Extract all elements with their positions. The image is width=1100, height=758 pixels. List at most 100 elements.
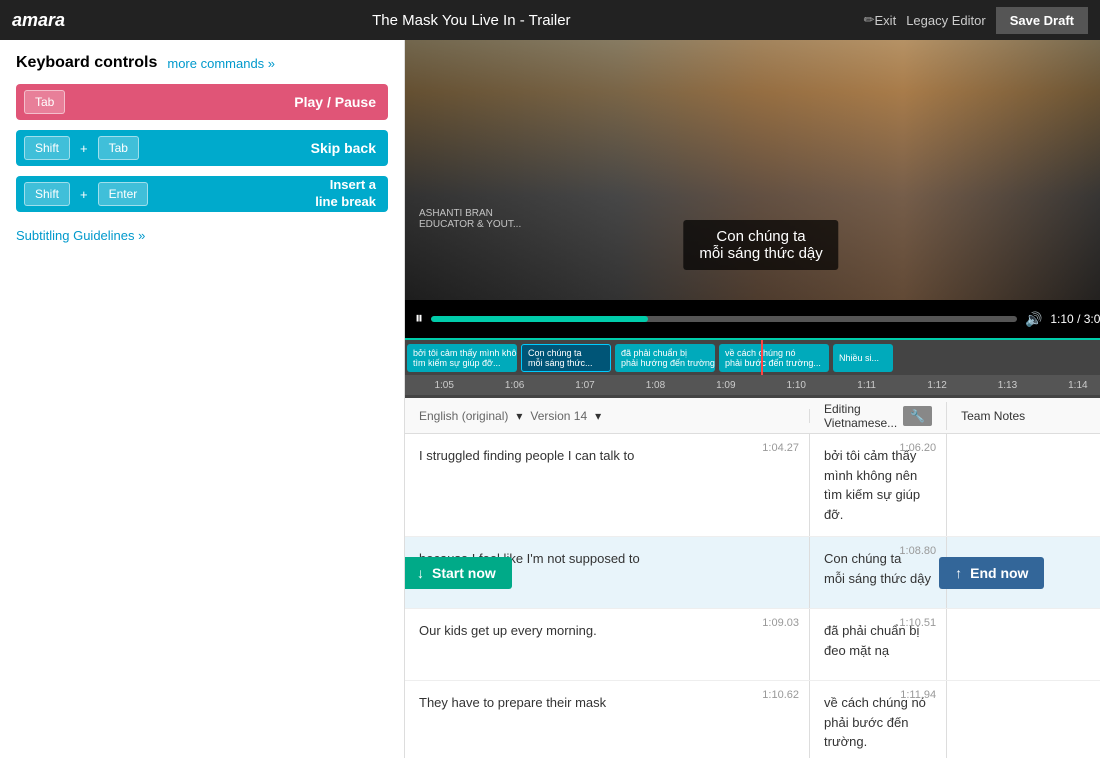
skip-back-label: Skip back — [147, 140, 388, 156]
english-label: English (original) — [419, 409, 508, 423]
start-now-label: Start now — [432, 565, 496, 581]
keyboard-header: Keyboard controls more commands » — [16, 54, 388, 72]
sub-notes-1 — [947, 434, 1100, 536]
subs-header: English (original) ▾ Version 14 ▾ Editin… — [405, 398, 1100, 434]
sub-en-1: I struggled finding people I can talk to… — [405, 434, 810, 536]
plus-1: + — [80, 141, 88, 156]
timeline-seg-2[interactable]: Con chúng tamỗi sáng thức... — [521, 344, 611, 372]
sub-vi-1[interactable]: bởi tôi cảm thấy mình không nêntìm kiếm … — [810, 434, 947, 536]
app-header: amara The Mask You Live In - Trailer ✏ E… — [0, 0, 1100, 40]
enter-badge: Enter — [98, 182, 149, 206]
keyboard-title: Keyboard controls — [16, 54, 157, 72]
video-placeholder: ASHANTI BRANEDUCATOR & YOUT... Con chúng… — [405, 40, 1100, 300]
shift-badge-1: Shift — [24, 136, 70, 160]
sub-vi-time-2: 1:08.80 — [899, 545, 936, 557]
center-panel: ASHANTI BRANEDUCATOR & YOUT... Con chúng… — [405, 40, 1100, 758]
sub-en-time-3: 1:09.03 — [762, 617, 799, 629]
video-area: ASHANTI BRANEDUCATOR & YOUT... Con chúng… — [405, 40, 1100, 338]
ruler-mark-7: 1:11 — [831, 380, 901, 391]
notes-label: Team Notes — [961, 409, 1025, 423]
sub-en-text-4: They have to prepare their mask — [419, 695, 606, 710]
video-subtitle: Con chúng ta mỗi sáng thức dậy — [683, 220, 838, 270]
sub-vi-text-4: về cách chúng nóphải bước đến trường. — [824, 695, 926, 749]
sub-vi-time-3: 1:10.51 — [899, 617, 936, 629]
end-now-button[interactable]: ↑ End now — [939, 557, 1044, 589]
ruler-mark-6: 1:10 — [761, 380, 831, 391]
timeline-seg-3[interactable]: đã phải chuẩn bịphải hướng đến trường... — [615, 344, 715, 372]
sub-vi-time-4: 1:11.94 — [900, 689, 936, 701]
version-dropdown-2[interactable]: ▾ — [595, 409, 601, 423]
timeline-seg-1[interactable]: bởi tôi cảm thấy mình không nêntìm kiếm … — [407, 344, 517, 372]
sub-vi-4[interactable]: về cách chúng nóphải bước đến trường. 1:… — [810, 681, 947, 758]
key-row-play-pause: Tab Play / Pause — [16, 84, 388, 120]
legacy-editor-button[interactable]: Legacy Editor — [906, 13, 986, 28]
sub-en-3: Our kids get up every morning. 1:09.03 — [405, 609, 810, 680]
sub-notes-3 — [947, 609, 1100, 680]
video-title: The Mask You Live In - Trailer — [85, 12, 858, 29]
sub-en-time-1: 1:04.27 — [762, 442, 799, 454]
ruler-mark-3: 1:07 — [550, 380, 620, 391]
sub-en-time-4: 1:10.62 — [762, 689, 799, 701]
settings-button[interactable]: 🔧 — [903, 406, 932, 426]
play-pause-button[interactable]: ⏸ — [415, 310, 423, 328]
sub-vi-2[interactable]: Con chúng tamỗi sáng thức dậy 1:08.80 — [810, 537, 947, 608]
ruler-mark-2: 1:06 — [479, 380, 549, 391]
ruler-mark-10: 1:14 — [1043, 380, 1100, 391]
version-label: Version 14 — [530, 409, 587, 423]
ruler-mark-9: 1:13 — [972, 380, 1042, 391]
table-row: because I feel like I'm not supposed toh… — [405, 537, 1100, 609]
tab-badge-2: Tab — [98, 136, 139, 160]
exit-button[interactable]: Exit — [875, 13, 897, 28]
timeline-ruler: 1:05 1:06 1:07 1:08 1:09 1:10 1:11 1:12 … — [405, 375, 1100, 395]
sub-vi-3[interactable]: đã phải chuẩn bịđeo mặt nạ 1:10.51 — [810, 609, 947, 680]
play-pause-label: Play / Pause — [73, 94, 388, 110]
save-draft-button[interactable]: Save Draft — [996, 7, 1088, 34]
sub-notes-2: ↑ End now — [947, 537, 1100, 608]
sub-en-4: They have to prepare their mask 1:10.62 — [405, 681, 810, 758]
plus-2: + — [80, 187, 88, 202]
key-row-line-break: Shift + Enter Insert aline break — [16, 176, 388, 212]
col-vietnamese-header: Editing Vietnamese... 🔧 — [810, 402, 947, 430]
sub-vi-text-1: bởi tôi cảm thấy mình không nêntìm kiếm … — [824, 448, 920, 522]
edit-title-icon[interactable]: ✏ — [864, 12, 875, 28]
sub-en-text-1: I struggled finding people I can talk to — [419, 448, 634, 463]
header-actions: Exit Legacy Editor Save Draft — [875, 7, 1088, 34]
sub-vi-time-1: 1:06.20 — [899, 442, 936, 454]
timeline-bar: bởi tôi cảm thấy mình không nêntìm kiếm … — [405, 340, 1100, 375]
app-logo: amara — [12, 10, 65, 31]
left-panel: Keyboard controls more commands » Tab Pl… — [0, 40, 405, 758]
ruler-mark-4: 1:08 — [620, 380, 690, 391]
table-row: They have to prepare their mask 1:10.62 … — [405, 681, 1100, 758]
key-row-skip-back: Shift + Tab Skip back — [16, 130, 388, 166]
timeline-cursor — [761, 340, 763, 375]
sub-en-text-3: Our kids get up every morning. — [419, 623, 597, 638]
subtitling-guidelines-link[interactable]: Subtitling Guidelines » — [16, 228, 388, 243]
vietnamese-label: Editing Vietnamese... — [824, 402, 897, 430]
progress-fill — [431, 316, 648, 322]
table-row: I struggled finding people I can talk to… — [405, 434, 1100, 537]
shift-badge-2: Shift — [24, 182, 70, 206]
sub-notes-4 — [947, 681, 1100, 758]
timeline-seg-5[interactable]: Nhiều si... — [833, 344, 893, 372]
version-dropdown[interactable]: ▾ — [516, 409, 522, 423]
volume-icon[interactable]: 🔊 — [1025, 311, 1042, 328]
subtitles-container: English (original) ▾ Version 14 ▾ Editin… — [405, 398, 1100, 758]
timeline-area: bởi tôi cảm thấy mình không nêntìm kiếm … — [405, 338, 1100, 398]
progress-bar[interactable] — [431, 316, 1017, 322]
table-row: Our kids get up every morning. 1:09.03 đ… — [405, 609, 1100, 681]
time-display: 1:10 / 3:09 — [1050, 312, 1100, 326]
start-now-icon: ↓ — [417, 565, 424, 581]
ruler-mark-8: 1:12 — [902, 380, 972, 391]
col-notes-header: Team Notes — [947, 409, 1100, 423]
start-now-button[interactable]: ↓ Start now — [405, 557, 512, 589]
ruler-mark-1: 1:05 — [409, 380, 479, 391]
end-now-icon: ↑ — [955, 565, 962, 581]
timeline-seg-4[interactable]: về cách chúng nóphải bước đến trường... — [719, 344, 829, 372]
sub-en-2: because I feel like I'm not supposed toh… — [405, 537, 810, 608]
col-english-header: English (original) ▾ Version 14 ▾ — [405, 409, 810, 423]
video-controls: ⏸ 🔊 1:10 / 3:09 — [405, 300, 1100, 338]
tab-badge: Tab — [24, 90, 65, 114]
more-commands-link[interactable]: more commands » — [167, 56, 275, 71]
end-now-label: End now — [970, 565, 1028, 581]
ruler-mark-5: 1:09 — [691, 380, 761, 391]
